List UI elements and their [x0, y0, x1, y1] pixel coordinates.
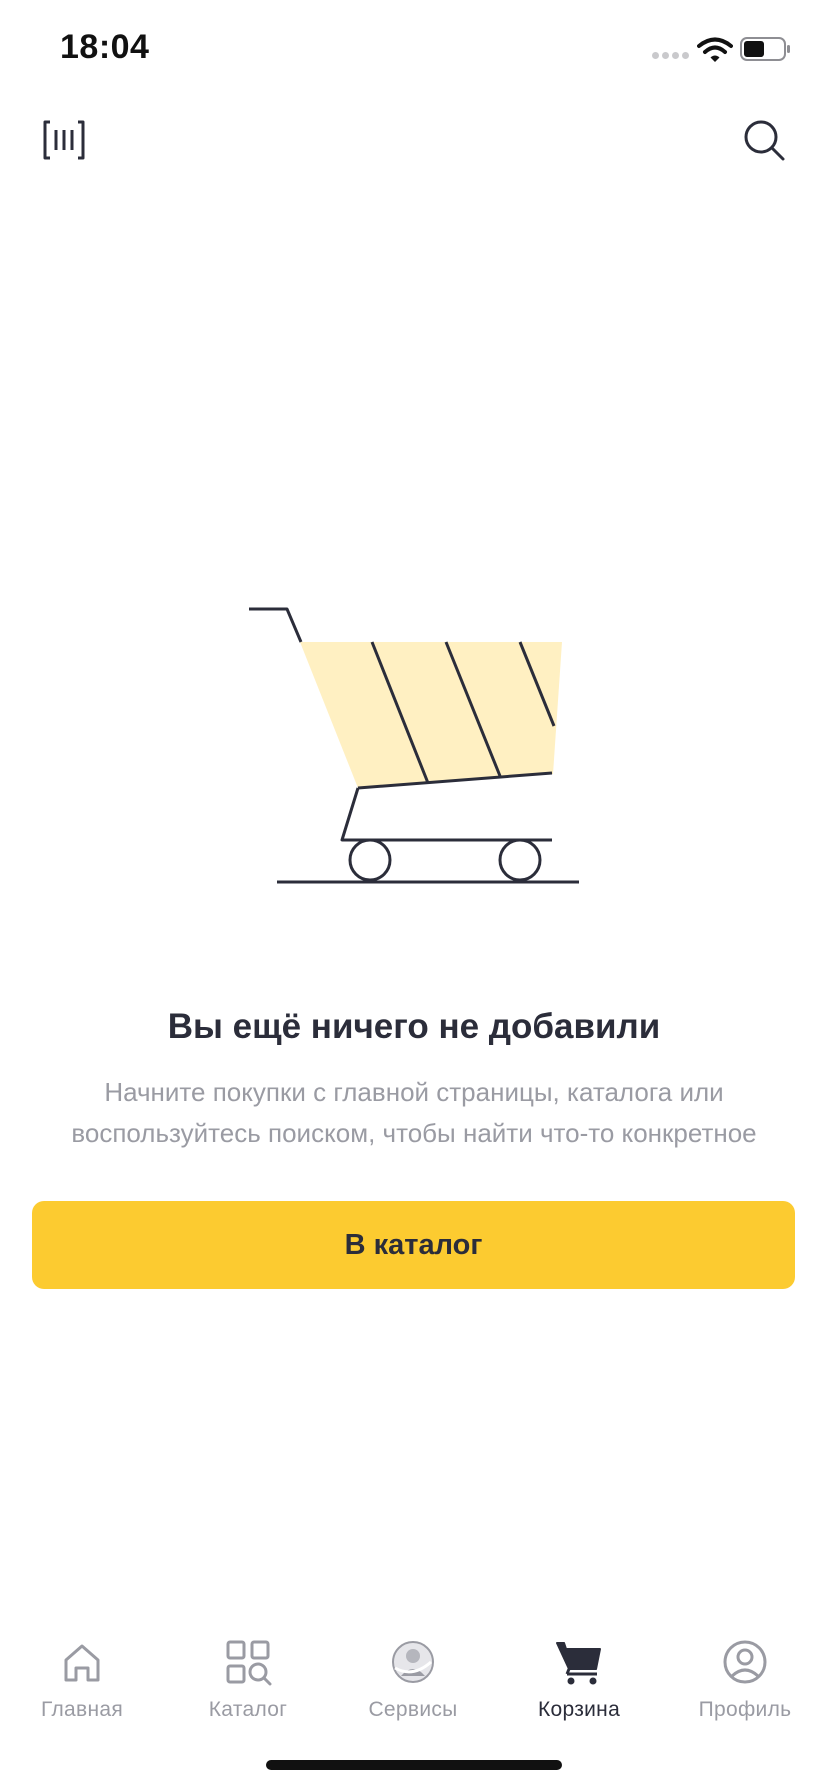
home-icon: [58, 1638, 106, 1686]
tab-profile[interactable]: Профиль: [670, 1620, 820, 1730]
tab-home-label: Главная: [40, 1698, 124, 1721]
catalog-icon: [224, 1638, 272, 1686]
tab-cart[interactable]: Корзина: [504, 1620, 654, 1730]
bottom-tab-bar: Главная Каталог Сервисы Корзина Профиль: [0, 1620, 828, 1730]
wifi-icon: [697, 36, 733, 64]
tab-catalog[interactable]: Каталог: [173, 1620, 323, 1730]
barcode-scan-icon[interactable]: [40, 116, 88, 164]
empty-cart-subtitle-line: Начните покупки с главной страницы, ката…: [104, 1077, 724, 1107]
cart-icon: [555, 1638, 603, 1686]
empty-cart-subtitle-line: воспользуйтесь поиском, чтобы найти что-…: [71, 1118, 757, 1148]
tab-catalog-label: Каталог: [208, 1698, 288, 1721]
empty-cart-title: Вы ещё ничего не добавили: [167, 1007, 661, 1046]
home-indicator[interactable]: [266, 1760, 562, 1770]
status-time: 18:04: [60, 28, 150, 66]
go-to-catalog-button[interactable]: В каталог: [32, 1201, 795, 1289]
tab-services[interactable]: Сервисы: [338, 1620, 488, 1730]
tab-profile-label: Профиль: [698, 1698, 792, 1721]
shopping-cart-illustration: [244, 600, 584, 890]
tab-services-label: Сервисы: [368, 1698, 458, 1721]
battery-icon: [740, 36, 792, 62]
cellular-signal-icon: [652, 50, 690, 62]
empty-cart-subtitle: Начните покупки с главной страницы, ката…: [20, 1072, 808, 1154]
tab-home[interactable]: Главная: [7, 1620, 157, 1730]
search-icon[interactable]: [740, 116, 788, 164]
profile-icon: [721, 1638, 769, 1686]
tab-cart-label: Корзина: [537, 1698, 621, 1721]
status-bar: 18:04: [0, 0, 828, 100]
services-icon: [389, 1638, 437, 1686]
